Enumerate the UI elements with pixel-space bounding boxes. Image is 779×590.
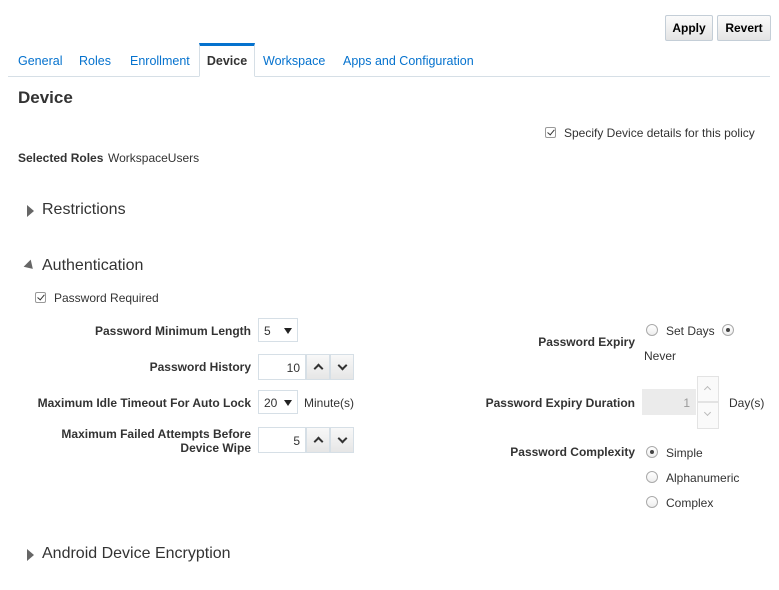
password-history-stepper[interactable]: 10 [258,354,354,380]
complexity-complex-radio[interactable] [646,496,658,508]
expiry-duration-label: Password Expiry Duration [485,396,635,410]
idle-timeout-value: 20 [264,396,278,410]
expiry-set-days-radio[interactable] [646,324,658,336]
selected-roles-value: WorkspaceUsers [108,151,200,165]
chevron-down-icon [337,433,348,444]
password-expiry-label: Password Expiry [538,335,635,349]
complexity-simple-radio[interactable] [646,446,658,458]
idle-timeout-unit: Minute(s) [304,396,355,410]
failed-attempts-stepper[interactable]: 5 [258,427,354,453]
specify-device-checkbox[interactable] [545,127,556,138]
increment-button[interactable] [306,354,330,380]
idle-timeout-select[interactable]: 20 [258,390,298,414]
revert-button[interactable]: Revert [717,15,771,41]
decrement-button[interactable] [330,427,354,453]
expiry-set-days-label: Set Days [666,324,715,338]
expiry-never-label: Never [644,349,677,363]
idle-timeout-label: Maximum Idle Timeout For Auto Lock [37,396,251,410]
failed-attempts-label: Maximum Failed Attempts Before Device Wi… [61,427,251,455]
tab-device[interactable]: Device [199,43,255,77]
apply-button[interactable]: Apply [665,15,713,41]
expand-encryption-icon[interactable] [27,549,34,561]
expand-restrictions-icon[interactable] [27,205,34,217]
page-title: Device [18,88,73,107]
authentication-section-header[interactable]: Authentication [42,257,143,275]
password-min-length-value: 5 [264,324,271,338]
increment-button[interactable] [306,427,330,453]
password-history-input[interactable]: 10 [258,354,306,380]
dropdown-arrow-icon [284,328,292,334]
failed-attempts-input[interactable]: 5 [258,427,306,453]
restrictions-section-header[interactable]: Restrictions [42,201,126,219]
password-min-length-select[interactable]: 5 [258,318,298,342]
expiry-increment-button[interactable] [697,376,719,402]
encryption-section-header[interactable]: Android Device Encryption [42,545,231,563]
chevron-down-icon [337,360,348,371]
chevron-down-icon [703,408,712,417]
tab-apps-and-configuration[interactable]: Apps and Configuration [343,43,474,76]
complexity-alphanumeric-label: Alphanumeric [666,471,740,485]
expiry-decrement-button[interactable] [697,402,719,429]
tab-enrollment[interactable]: Enrollment [130,43,190,76]
password-min-length-label: Password Minimum Length [94,324,251,338]
specify-device-label: Specify Device details for this policy [564,126,755,140]
tab-bar: General Roles Enrollment Device Workspac… [8,43,770,77]
chevron-up-icon [313,363,324,374]
dropdown-arrow-icon [284,400,292,406]
expiry-duration-input[interactable]: 1 [642,389,696,415]
chevron-up-icon [313,436,324,447]
expiry-duration-unit: Day(s) [729,396,765,410]
password-history-label: Password History [149,360,251,374]
collapse-authentication-icon[interactable] [23,259,37,273]
complexity-simple-label: Simple [666,446,703,460]
chevron-up-icon [703,385,712,394]
password-complexity-label: Password Complexity [510,445,635,459]
complexity-complex-label: Complex [666,496,714,510]
tab-general[interactable]: General [18,43,62,76]
tab-workspace[interactable]: Workspace [263,43,325,76]
complexity-alphanumeric-radio[interactable] [646,471,658,483]
expiry-never-radio[interactable] [722,324,734,336]
tab-roles[interactable]: Roles [79,43,111,76]
password-required-checkbox[interactable] [35,292,46,303]
password-required-label: Password Required [54,291,159,305]
selected-roles-label: Selected Roles [18,151,104,165]
decrement-button[interactable] [330,354,354,380]
